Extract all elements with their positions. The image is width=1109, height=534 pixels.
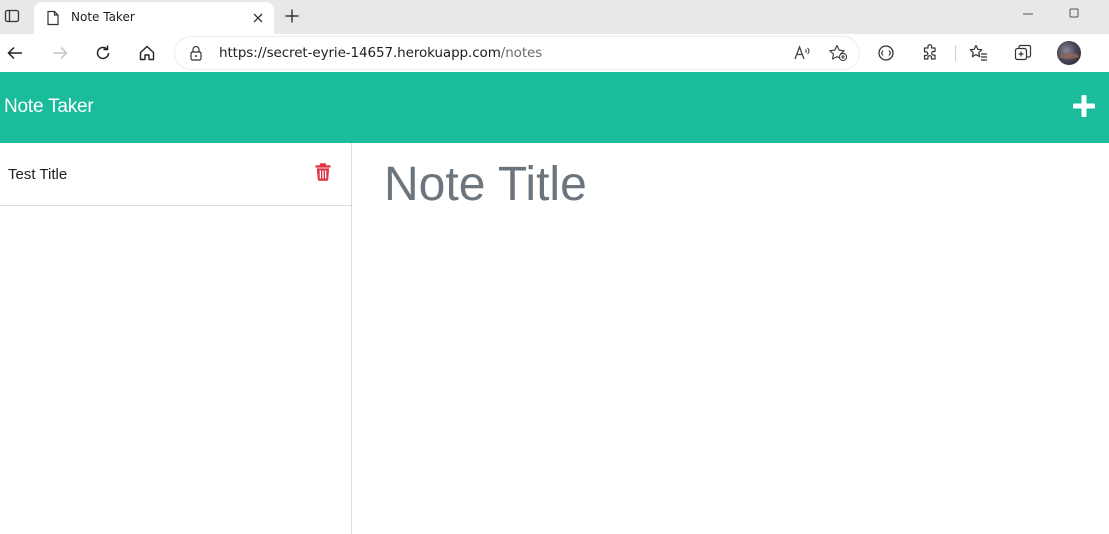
page-icon	[46, 10, 60, 31]
app-brand[interactable]: Note Taker	[4, 96, 94, 118]
browser-tabstrip: Note Taker	[0, 0, 1109, 34]
refresh-icon[interactable]	[92, 42, 114, 64]
url-path: /notes	[500, 45, 543, 61]
maximize-icon[interactable]	[1066, 6, 1082, 22]
address-bar[interactable]: https://secret-eyrie-14657.herokuapp.com…	[175, 37, 859, 69]
new-note-plus-icon[interactable]	[1072, 94, 1096, 118]
toolbar-divider	[955, 45, 956, 61]
url-text: https://secret-eyrie-14657.herokuapp.com…	[219, 45, 542, 61]
forward-icon[interactable]	[49, 42, 71, 64]
favorites-icon[interactable]	[968, 42, 990, 64]
notes-list: Test Title	[0, 143, 352, 534]
collections-icon[interactable]	[1012, 42, 1034, 64]
note-title-input[interactable]	[384, 153, 1084, 215]
browser-tab[interactable]: Note Taker	[34, 2, 274, 34]
extensions-icon[interactable]	[919, 42, 941, 64]
note-title[interactable]: Test Title	[8, 166, 67, 183]
back-icon[interactable]	[4, 42, 26, 64]
minimize-icon[interactable]	[1020, 6, 1036, 22]
read-aloud-icon[interactable]	[793, 44, 811, 67]
close-icon[interactable]	[250, 10, 266, 26]
list-item[interactable]: Test Title	[0, 143, 351, 206]
app-navbar: Note Taker	[0, 72, 1109, 143]
lock-icon[interactable]	[189, 45, 203, 66]
tab-actions-icon[interactable]	[2, 6, 22, 26]
url-host: https://secret-eyrie-14657.herokuapp.com	[219, 45, 501, 61]
profile-avatar[interactable]	[1057, 41, 1081, 65]
browser-toolbar: https://secret-eyrie-14657.herokuapp.com…	[0, 34, 1109, 72]
note-editor	[352, 143, 1109, 534]
add-favorite-icon[interactable]	[828, 44, 848, 67]
immersive-reader-icon[interactable]	[875, 42, 897, 64]
trash-icon[interactable]	[315, 163, 331, 181]
home-icon[interactable]	[136, 42, 158, 64]
plus-icon[interactable]	[282, 6, 302, 26]
tab-title: Note Taker	[71, 10, 135, 24]
